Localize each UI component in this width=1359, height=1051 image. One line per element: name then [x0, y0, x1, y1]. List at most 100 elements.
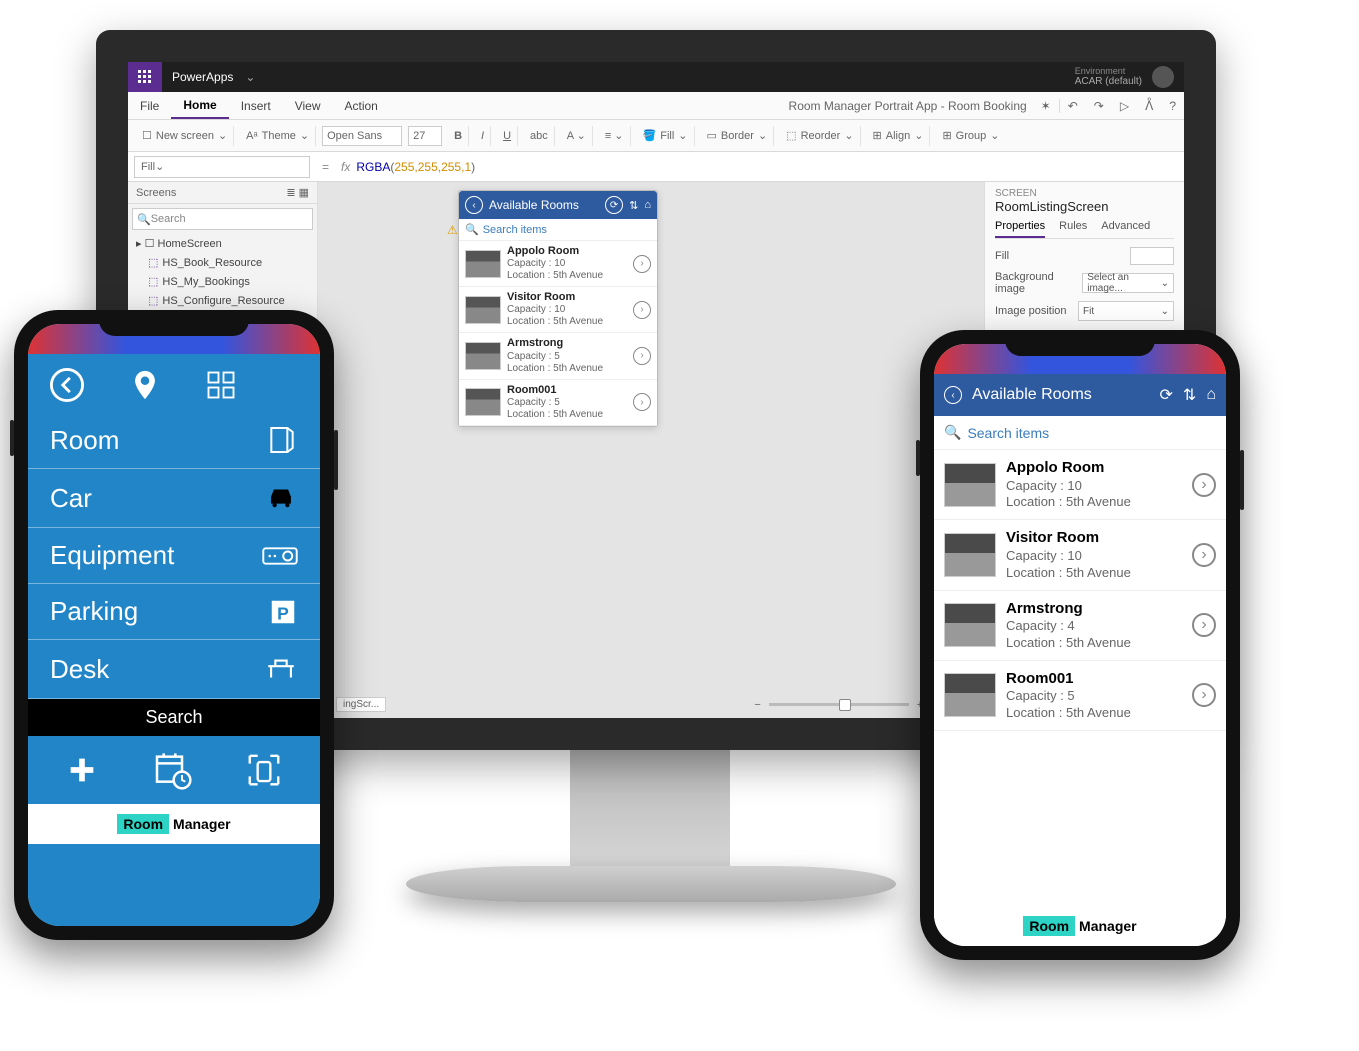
italic-button[interactable]: I: [475, 126, 491, 146]
reorder-button[interactable]: ⬚ Reorder ⌄: [780, 126, 860, 146]
chevron-right-icon[interactable]: ›: [633, 393, 651, 411]
menu-insert[interactable]: Insert: [229, 92, 283, 119]
category-label: Car: [50, 483, 92, 514]
category-car[interactable]: Car: [28, 469, 320, 528]
help-icon[interactable]: ?: [1161, 99, 1184, 113]
calendar-clock-icon[interactable]: [152, 750, 192, 790]
room-search[interactable]: 🔍 Search items: [934, 416, 1226, 450]
category-equipment[interactable]: Equipment: [28, 528, 320, 584]
room-item[interactable]: Visitor RoomCapacity : 10Location : 5th …: [459, 287, 657, 333]
environment-picker[interactable]: Environment ACAR (default): [1065, 67, 1152, 88]
tab-advanced[interactable]: Advanced: [1101, 220, 1150, 238]
imgpos-select[interactable]: Fit⌄: [1078, 301, 1174, 321]
redo-icon[interactable]: ↷: [1086, 99, 1112, 113]
sort-icon[interactable]: ⇅: [629, 199, 638, 212]
back-icon[interactable]: [50, 368, 84, 402]
tab-rules[interactable]: Rules: [1059, 220, 1087, 238]
font-select[interactable]: [322, 126, 402, 146]
new-screen-button[interactable]: ☐ New screen ⌄: [136, 126, 234, 146]
tree-item[interactable]: ⬚HS_Book_Resource: [128, 253, 317, 272]
zoom-out-button[interactable]: −: [754, 699, 760, 711]
warning-icon[interactable]: ⚠: [447, 223, 458, 237]
design-canvas[interactable]: ⚠ ‹ Available Rooms ⟳ ⇅ ⌂ 🔍 Search items…: [318, 182, 984, 718]
strike-button[interactable]: abc: [524, 126, 555, 146]
location-pin-icon[interactable]: [128, 368, 162, 402]
preview-search[interactable]: 🔍 Search items: [459, 219, 657, 241]
user-avatar[interactable]: [1152, 66, 1174, 88]
room-location: Location : 5th Avenue: [1006, 565, 1182, 582]
tree-root[interactable]: ▸ ☐ HomeScreen: [128, 234, 317, 253]
chevron-right-icon[interactable]: ›: [1192, 543, 1216, 567]
chevron-right-icon[interactable]: ›: [1192, 473, 1216, 497]
refresh-icon[interactable]: ⟳: [1160, 385, 1173, 405]
category-desk[interactable]: Desk: [28, 640, 320, 699]
room-item[interactable]: Appolo RoomCapacity : 10Location : 5th A…: [459, 241, 657, 287]
room-name: Armstrong: [1006, 599, 1182, 619]
bgimg-select[interactable]: Select an image...⌄: [1082, 273, 1174, 293]
brand-bar: Room Manager: [28, 804, 320, 844]
tab-properties[interactable]: Properties: [995, 220, 1045, 238]
caret-down-icon[interactable]: ⌄: [245, 70, 255, 84]
room-thumb: [465, 388, 501, 416]
chevron-right-icon[interactable]: ›: [633, 255, 651, 273]
view-toggle-icon[interactable]: ≣ ▦: [286, 186, 309, 199]
fill-color-chip[interactable]: [1130, 247, 1174, 265]
chevron-right-icon[interactable]: ›: [1192, 613, 1216, 637]
sort-icon[interactable]: ⇅: [1183, 385, 1196, 405]
room-item[interactable]: Room001Capacity : 5Location : 5th Avenue…: [459, 380, 657, 426]
font-color-button[interactable]: A ⌄: [561, 126, 593, 146]
property-select[interactable]: Fill⌄: [134, 156, 310, 178]
chevron-right-icon[interactable]: ›: [1192, 683, 1216, 707]
share-icon[interactable]: ᐰ: [1137, 99, 1161, 113]
text-align-button[interactable]: ≡ ⌄: [599, 126, 631, 146]
tree-item[interactable]: ⬚HS_My_Bookings: [128, 272, 317, 291]
room-item[interactable]: Room001Capacity : 5Location : 5th Avenue…: [934, 661, 1226, 731]
group-button[interactable]: ⊞ Group ⌄: [936, 126, 1005, 146]
menu-view[interactable]: View: [283, 92, 333, 119]
room-item[interactable]: Visitor RoomCapacity : 10Location : 5th …: [934, 520, 1226, 590]
room-item[interactable]: ArmstrongCapacity : 4Location : 5th Aven…: [934, 591, 1226, 661]
menu-file[interactable]: File: [128, 92, 171, 119]
tree-search[interactable]: 🔍 Search: [132, 208, 313, 230]
font-size[interactable]: [408, 126, 442, 146]
plus-icon[interactable]: [65, 753, 99, 787]
breadcrumb-tag[interactable]: ingScr...: [336, 697, 386, 712]
brand-manager: Manager: [173, 816, 231, 832]
back-icon[interactable]: ‹: [944, 386, 962, 404]
chevron-right-icon[interactable]: ›: [633, 347, 651, 365]
fx-icon[interactable]: fx: [335, 160, 356, 174]
theme-button[interactable]: Aᵃ Theme ⌄: [240, 126, 316, 146]
back-icon[interactable]: ‹: [465, 196, 483, 214]
undo-icon[interactable]: ↶: [1059, 99, 1086, 113]
screen-label: SCREEN: [995, 188, 1174, 199]
underline-button[interactable]: U: [497, 126, 518, 146]
room-item[interactable]: Appolo RoomCapacity : 10Location : 5th A…: [934, 450, 1226, 520]
category-parking[interactable]: ParkingP: [28, 584, 320, 640]
app-preview[interactable]: ⚠ ‹ Available Rooms ⟳ ⇅ ⌂ 🔍 Search items…: [458, 190, 658, 427]
category-room[interactable]: Room: [28, 412, 320, 469]
tree-item[interactable]: ⬚HS_Configure_Resource: [128, 291, 317, 310]
room-list-header: ‹ Available Rooms ⟳ ⇅ ⌂: [934, 374, 1226, 416]
bold-button[interactable]: B: [448, 126, 469, 146]
menu-home[interactable]: Home: [171, 92, 228, 119]
play-icon[interactable]: ▷: [1112, 99, 1137, 113]
fill-button[interactable]: 🪣 Fill ⌄: [637, 126, 695, 146]
formula-args: 255,255,255,1: [394, 160, 471, 174]
border-button[interactable]: ▭ Border ⌄: [701, 126, 775, 146]
preview-search-text: Search items: [483, 224, 547, 236]
app-checker-icon[interactable]: ✶: [1033, 99, 1059, 113]
home-icon[interactable]: ⌂: [644, 199, 651, 211]
scan-phone-icon[interactable]: [245, 751, 283, 789]
refresh-icon[interactable]: ⟳: [605, 196, 623, 214]
waffle-icon[interactable]: [128, 62, 162, 92]
brand-room: Room: [117, 814, 169, 834]
menu-action[interactable]: Action: [333, 92, 390, 119]
formula-input[interactable]: RGBA(255,255,255,1): [356, 160, 475, 174]
home-icon[interactable]: ⌂: [1206, 386, 1216, 404]
grid-icon[interactable]: [206, 370, 236, 400]
search-button[interactable]: Search: [28, 699, 320, 736]
chevron-right-icon[interactable]: ›: [633, 301, 651, 319]
room-item[interactable]: ArmstrongCapacity : 5Location : 5th Aven…: [459, 333, 657, 379]
align-button[interactable]: ⊞ Align ⌄: [867, 126, 931, 146]
zoom-slider[interactable]: [769, 703, 909, 706]
